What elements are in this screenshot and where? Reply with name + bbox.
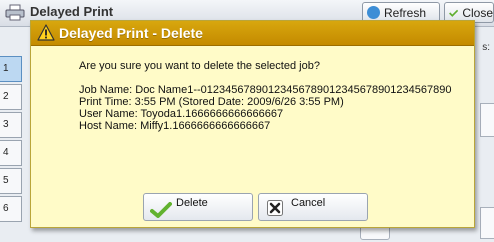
warning-icon — [37, 24, 55, 41]
confirmation-question: Are you sure you want to delete the sele… — [79, 60, 320, 72]
delete-label: Delete — [176, 197, 208, 209]
user-name-text: User Name: Toyoda1.1666666666666667 — [79, 108, 284, 120]
printer-icon — [5, 4, 25, 21]
delete-button[interactable]: Delete — [143, 193, 253, 221]
right-panel-button[interactable] — [480, 207, 494, 239]
cancel-icon — [267, 200, 283, 216]
job-row[interactable]: 2 — [0, 84, 22, 110]
job-row[interactable]: 6 — [0, 196, 22, 222]
job-row[interactable]: 5 — [0, 168, 22, 194]
job-row[interactable]: 1 — [0, 56, 22, 82]
job-name-text: Job Name: Doc Name1--0123456789012345678… — [79, 84, 452, 96]
checkmark-icon — [150, 202, 172, 218]
cancel-label: Cancel — [291, 197, 326, 209]
cancel-button[interactable]: Cancel — [258, 193, 368, 221]
dialog-title: Delayed Print - Delete — [59, 25, 203, 41]
delete-confirmation-dialog: Delayed Print - Delete Are you sure you … — [30, 20, 475, 228]
job-details: Job Name: Doc Name1--0123456789012345678… — [79, 84, 451, 132]
job-row[interactable]: 4 — [0, 140, 22, 166]
host-name-text: Host Name: Miffy1.1666666666666667 — [79, 120, 271, 132]
refresh-label: Refresh — [384, 5, 427, 20]
job-row[interactable]: 3 — [0, 112, 22, 138]
refresh-icon — [367, 6, 380, 19]
close-label: Close — [462, 5, 493, 20]
dialog-titlebar: Delayed Print - Delete — [31, 21, 474, 46]
right-panel-label: s: — [482, 42, 490, 53]
print-time-text: Print Time: 3:55 PM (Stored Date: 2009/6… — [79, 96, 344, 108]
window-title: Delayed Print — [30, 4, 114, 19]
job-list: 1 2 3 4 5 6 — [0, 56, 24, 224]
right-panel-button[interactable] — [480, 103, 494, 137]
checkmark-icon — [449, 9, 459, 17]
